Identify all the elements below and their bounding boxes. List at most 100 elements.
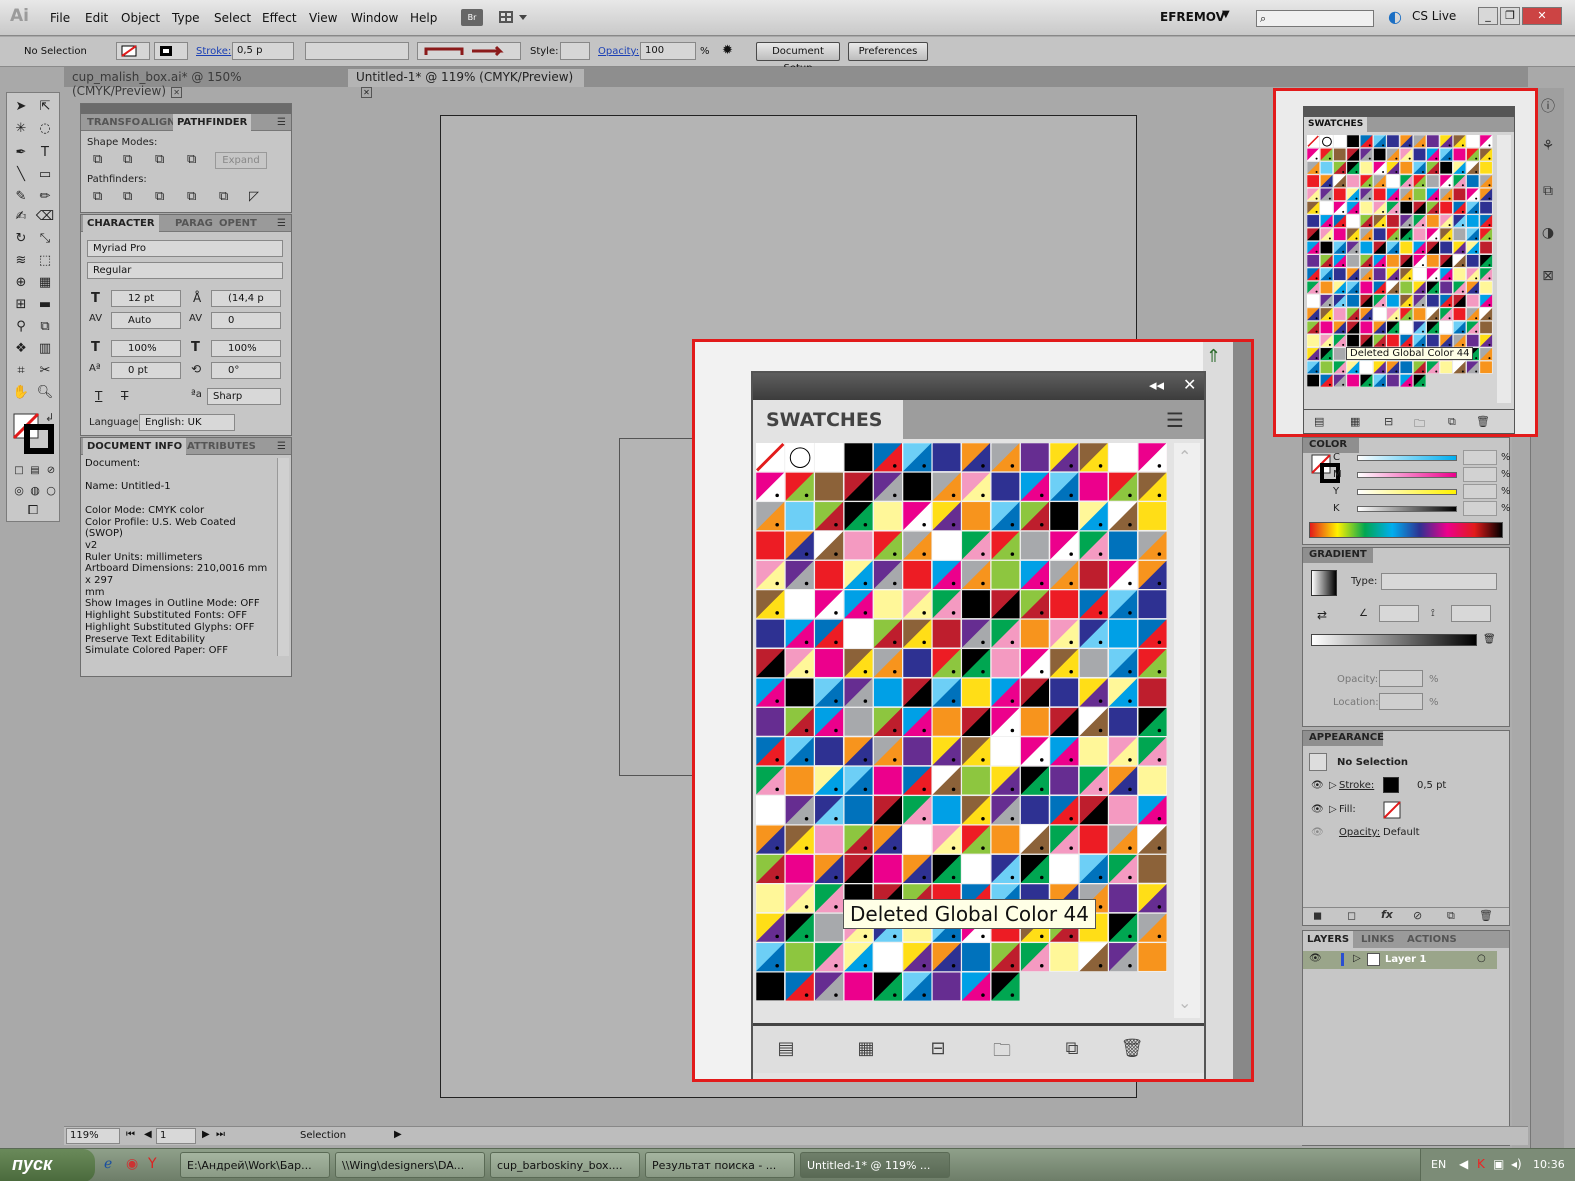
variable-width-profile[interactable] [305, 42, 409, 60]
swatch[interactable] [990, 501, 1020, 531]
start-button[interactable]: пуск [0, 1149, 95, 1181]
swatch[interactable] [1307, 281, 1320, 294]
swatch[interactable] [1466, 214, 1480, 228]
swatch[interactable] [1346, 148, 1360, 161]
swatch[interactable] [902, 443, 932, 472]
swatch[interactable] [756, 942, 785, 972]
swatch[interactable] [873, 824, 903, 854]
swatch[interactable] [1426, 148, 1440, 161]
swatch[interactable] [1137, 648, 1167, 678]
swatch[interactable] [843, 443, 873, 472]
volume-icon[interactable]: ◂) [1511, 1157, 1522, 1171]
swatch[interactable] [1346, 334, 1360, 348]
swatch[interactable] [932, 443, 962, 472]
swatch[interactable] [1320, 254, 1333, 268]
swatch[interactable] [932, 648, 962, 678]
swatch[interactable] [1137, 707, 1167, 737]
swatch[interactable] [1108, 883, 1138, 913]
swatch[interactable] [1346, 307, 1360, 321]
swatch[interactable] [814, 854, 844, 884]
swatch[interactable] [1333, 254, 1347, 268]
swatch[interactable] [1479, 294, 1493, 308]
first-artboard-icon[interactable]: ⏮ [126, 1129, 135, 1140]
swatch[interactable] [1020, 501, 1050, 531]
swatch[interactable] [843, 501, 873, 531]
maximize-button[interactable]: ❐ [1500, 7, 1520, 25]
swatch[interactable] [1049, 795, 1079, 825]
swatch[interactable] [873, 619, 903, 649]
swatch[interactable] [1108, 707, 1138, 737]
swatch[interactable] [1320, 148, 1333, 161]
swatch[interactable] [1049, 766, 1079, 796]
swatch[interactable] [1320, 307, 1333, 321]
menu-file[interactable]: File [50, 11, 70, 25]
swatch[interactable] [1439, 307, 1453, 321]
swatch[interactable] [1466, 334, 1480, 348]
graphic-style-picker[interactable] [560, 42, 590, 60]
swatch[interactable] [756, 648, 785, 678]
swatch[interactable] [1453, 161, 1466, 175]
swatch[interactable] [1413, 374, 1426, 387]
swatch[interactable] [1399, 360, 1413, 374]
swatch[interactable] [1049, 824, 1079, 854]
swatch[interactable] [961, 971, 991, 1001]
swatch[interactable] [1439, 135, 1453, 148]
swatch[interactable] [1079, 472, 1109, 502]
fill-stroke-selector[interactable]: ↲ [11, 411, 55, 455]
swatch[interactable] [1020, 942, 1050, 972]
swatch[interactable] [1479, 241, 1493, 254]
swatch[interactable] [1439, 187, 1453, 201]
black-field[interactable] [1463, 501, 1497, 516]
swatch[interactable] [1137, 560, 1167, 590]
swatch[interactable] [1399, 281, 1413, 294]
swatch[interactable] [1399, 267, 1413, 281]
swatch[interactable] [1466, 267, 1480, 281]
preferences-button[interactable]: Preferences [848, 42, 928, 61]
swatch-libraries-icon[interactable]: ▤ [773, 1038, 799, 1060]
swatch[interactable] [1049, 530, 1079, 560]
swatch[interactable] [1108, 795, 1138, 825]
artboard-tool-icon[interactable]: ⌗ [11, 361, 31, 381]
swatch[interactable] [990, 619, 1020, 649]
swatch[interactable] [902, 501, 932, 531]
swatch[interactable] [1373, 174, 1387, 188]
free-transform-icon[interactable]: ⬚ [35, 251, 55, 271]
menu-select[interactable]: Select [214, 11, 251, 25]
zoom-tool-icon[interactable]: 🔍︎ [35, 383, 55, 403]
swatch[interactable] [756, 677, 785, 707]
swatch[interactable] [1307, 227, 1320, 241]
swatch[interactable] [873, 648, 903, 678]
stroke-swatch[interactable] [1383, 777, 1399, 793]
swatch[interactable] [1453, 320, 1466, 334]
kerning-field[interactable]: Auto [111, 312, 181, 329]
swatch[interactable] [990, 942, 1020, 972]
swatch[interactable] [961, 795, 991, 825]
swatch[interactable] [1359, 307, 1373, 321]
swatch[interactable] [1333, 294, 1347, 308]
swatch[interactable] [1439, 214, 1453, 228]
target-circle-icon[interactable]: ○ [1477, 953, 1486, 964]
swatch[interactable] [1049, 707, 1079, 737]
swatch[interactable] [1373, 201, 1387, 215]
swatch[interactable] [1333, 241, 1347, 254]
tab-character[interactable]: CHARACTER [83, 215, 159, 232]
swatch[interactable] [1359, 174, 1373, 188]
swatch[interactable] [1020, 589, 1050, 619]
swatch[interactable] [1426, 187, 1440, 201]
swatch[interactable] [1137, 913, 1167, 943]
swatch[interactable] [1373, 135, 1387, 148]
recolor-artwork-icon[interactable]: ✹ [722, 43, 733, 58]
swatch[interactable] [1320, 227, 1333, 241]
tab-links[interactable]: LINKS [1357, 931, 1398, 948]
swatch[interactable] [1373, 254, 1387, 268]
swatch[interactable] [1466, 241, 1480, 254]
swatch[interactable] [990, 766, 1020, 796]
swatch[interactable] [902, 677, 932, 707]
swatch[interactable] [902, 589, 932, 619]
swatch[interactable] [990, 648, 1020, 678]
swatch[interactable] [873, 795, 903, 825]
swatch[interactable] [1386, 161, 1400, 175]
swatch[interactable] [814, 648, 844, 678]
baseline-shift-field[interactable]: 0 pt [111, 362, 181, 379]
tab-untitled-1[interactable]: Untitled-1* @ 119% (CMYK/Preview) ✕ [348, 69, 584, 98]
